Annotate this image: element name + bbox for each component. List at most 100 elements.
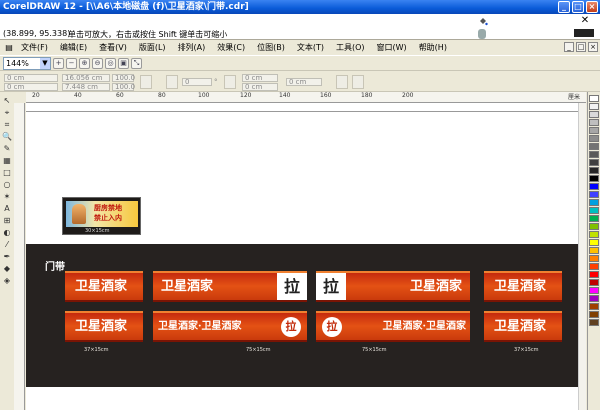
rectangle-tool-icon[interactable]: □ (1, 167, 13, 178)
zoom-level-select[interactable]: 144% ▼ (3, 56, 51, 70)
brand-sign-short[interactable]: 卫星酒家 (484, 311, 562, 342)
vertical-ruler[interactable] (14, 103, 25, 410)
color-swatch[interactable] (589, 175, 599, 182)
menu-window[interactable]: 窗口(W) (374, 42, 416, 53)
interactive-fill-icon[interactable]: ◈ (1, 275, 13, 286)
color-swatch[interactable] (589, 231, 599, 238)
menu-edit[interactable]: 编辑(E) (57, 42, 96, 53)
y-position-field[interactable]: 0 cm (4, 83, 58, 91)
door-banner-board[interactable]: 门带 卫星酒家 卫星酒家 拉 拉 卫星酒家 卫星酒家 卫星酒家 卫星酒家·卫星酒… (26, 244, 586, 387)
vertical-scrollbar[interactable] (578, 103, 586, 410)
polygon-tool-icon[interactable]: ✶ (1, 191, 13, 202)
smart-fill-icon[interactable]: ▦ (1, 155, 13, 166)
color-swatch[interactable] (589, 319, 599, 326)
text-tool-icon[interactable]: A (1, 203, 13, 214)
kitchen-notice-sign[interactable]: 厨房禁地 禁止入内 30×15cm (62, 197, 141, 235)
color-swatch[interactable] (589, 159, 599, 166)
color-swatch[interactable] (589, 207, 599, 214)
menu-tools[interactable]: 工具(O) (333, 42, 374, 53)
shape-tool-icon[interactable]: ⌖ (1, 107, 13, 118)
position-x-field[interactable]: 0 cm (242, 74, 278, 82)
to-back-icon[interactable] (352, 75, 364, 89)
close-button[interactable]: × (586, 1, 598, 13)
zoom-in-icon[interactable]: + (53, 57, 64, 69)
color-swatch[interactable] (589, 111, 599, 118)
lock-ratio-icon[interactable] (140, 75, 152, 89)
eyedropper-icon[interactable]: ⁄ (1, 239, 13, 250)
color-swatch[interactable] (589, 271, 599, 278)
color-swatch[interactable] (589, 223, 599, 230)
brand-sign-pull-right[interactable]: 卫星酒家 拉 (153, 271, 307, 302)
document-icon[interactable]: ▤ (0, 43, 18, 52)
outline-tool-icon[interactable]: ✒ (1, 251, 13, 262)
interactive-tool-icon[interactable]: ◐ (1, 227, 13, 238)
color-swatch[interactable] (589, 151, 599, 158)
mirror-h-icon[interactable] (224, 75, 236, 89)
brand-sign-pull-left[interactable]: 拉 卫星酒家 (316, 271, 470, 302)
scale-height-field[interactable]: 100.0 (112, 83, 135, 91)
zoom-tool-icon[interactable]: 🔍 (1, 131, 13, 142)
menu-help[interactable]: 帮助(H) (416, 42, 456, 53)
color-swatch[interactable] (589, 255, 599, 262)
angle-field[interactable]: 0 (182, 78, 212, 86)
drawing-canvas[interactable]: 厨房禁地 禁止入内 30×15cm 门带 卫星酒家 卫星酒家 拉 拉 卫星酒家 … (26, 103, 586, 410)
zoom-out-icon[interactable]: − (66, 57, 77, 69)
color-swatch[interactable] (589, 287, 599, 294)
doc-close-button[interactable]: × (588, 42, 598, 52)
horizontal-ruler[interactable]: 20 40 60 80 100 120 140 160 180 200 厘米 (26, 92, 586, 103)
zoom-all-icon[interactable]: ⊖ (92, 57, 103, 69)
menu-effects[interactable]: 效果(C) (214, 42, 254, 53)
crop-tool-icon[interactable]: ⌗ (1, 119, 13, 130)
color-swatch[interactable] (589, 135, 599, 142)
color-swatch[interactable] (589, 127, 599, 134)
brand-sign-combo-right[interactable]: 卫星酒家·卫星酒家 拉 (153, 311, 307, 342)
no-fill-swatch-icon[interactable]: ✕ (574, 16, 596, 26)
zoom-height-icon[interactable]: ⤡ (131, 57, 142, 69)
brand-sign-short[interactable]: 卫星酒家 (65, 311, 143, 342)
fill-tool-icon[interactable]: ◆ (1, 263, 13, 274)
fill-bucket-icon[interactable] (478, 16, 488, 26)
color-swatch[interactable] (589, 263, 599, 270)
position-y-field[interactable]: 0 cm (242, 83, 278, 91)
pick-tool-icon[interactable]: ↖ (1, 95, 13, 106)
color-swatch[interactable] (589, 95, 599, 102)
color-swatch[interactable] (589, 311, 599, 318)
color-swatch[interactable] (589, 183, 599, 190)
menu-bitmaps[interactable]: 位图(B) (254, 42, 294, 53)
zoom-width-icon[interactable]: ▣ (118, 57, 129, 69)
brand-sign-combo-left[interactable]: 拉 卫星酒家·卫星酒家 (316, 311, 470, 342)
menu-view[interactable]: 查看(V) (96, 42, 136, 53)
rotate-icon[interactable] (166, 75, 178, 89)
scale-width-field[interactable]: 100.0 (112, 74, 135, 82)
doc-restore-button[interactable]: □ (576, 42, 586, 52)
brand-sign-short[interactable]: 卫星酒家 (65, 271, 143, 302)
ellipse-tool-icon[interactable]: ○ (1, 179, 13, 190)
color-swatch[interactable] (589, 303, 599, 310)
menu-layout[interactable]: 版面(L) (136, 42, 175, 53)
menu-file[interactable]: 文件(F) (18, 42, 57, 53)
color-swatch[interactable] (589, 191, 599, 198)
maximize-button[interactable]: □ (572, 1, 584, 13)
color-swatch[interactable] (589, 103, 599, 110)
x-position-field[interactable]: 0 cm (4, 74, 58, 82)
color-swatch[interactable] (589, 279, 599, 286)
width-field[interactable]: 16.056 cm (62, 74, 110, 82)
zoom-page-icon[interactable]: ◎ (105, 57, 116, 69)
to-front-icon[interactable] (336, 75, 348, 89)
chevron-down-icon[interactable]: ▼ (40, 57, 50, 69)
menu-arrange[interactable]: 排列(A) (175, 42, 215, 53)
outline-color-swatch[interactable] (574, 29, 594, 37)
pen-nib-icon[interactable] (478, 29, 486, 39)
freehand-tool-icon[interactable]: ✎ (1, 143, 13, 154)
zoom-selected-icon[interactable]: ⊕ (79, 57, 90, 69)
outline-width-field[interactable]: 0 cm (286, 78, 322, 86)
menu-text[interactable]: 文本(T) (294, 42, 333, 53)
color-swatch[interactable] (589, 215, 599, 222)
color-swatch[interactable] (589, 295, 599, 302)
color-swatch[interactable] (589, 247, 599, 254)
color-swatch[interactable] (589, 143, 599, 150)
color-swatch[interactable] (589, 199, 599, 206)
doc-minimize-button[interactable]: _ (564, 42, 574, 52)
color-swatch[interactable] (589, 167, 599, 174)
table-tool-icon[interactable]: ⊞ (1, 215, 13, 226)
